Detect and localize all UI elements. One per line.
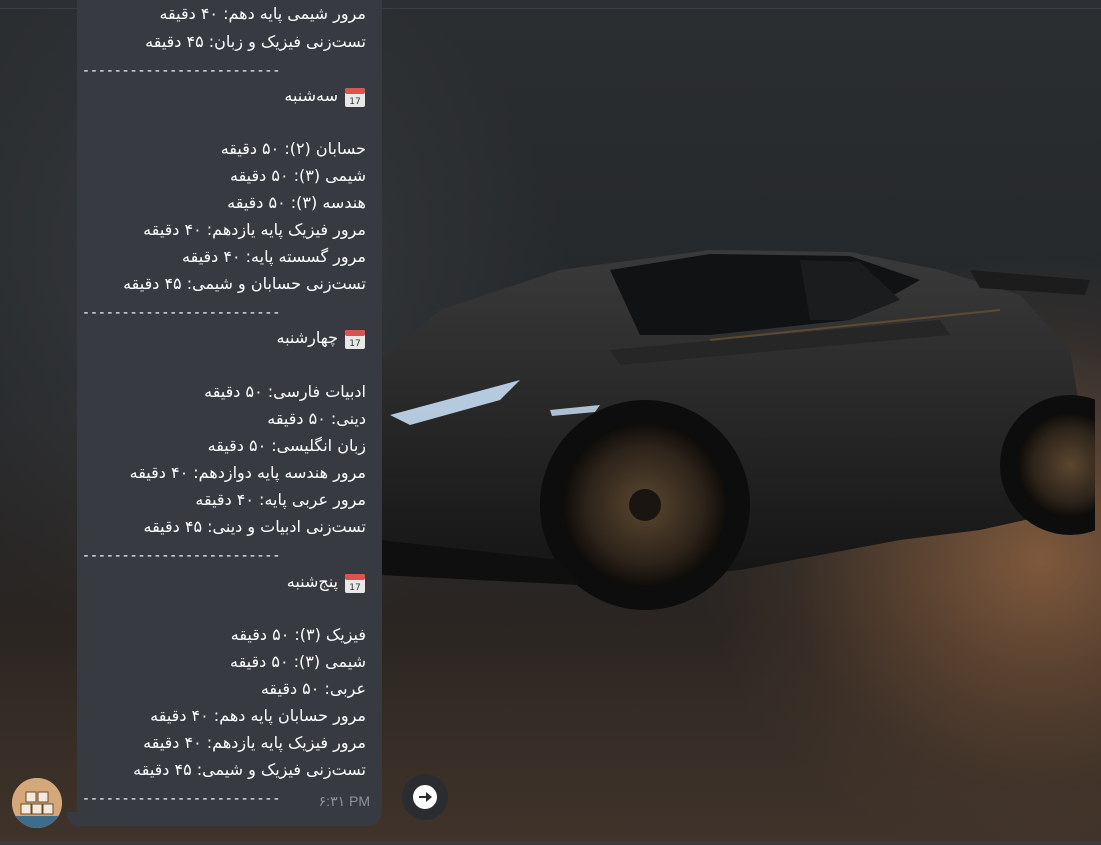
message-bubble[interactable]: مرور شیمی پایه دهم: ۴۰ دقیقه تست‌زنی فیز…	[77, 0, 382, 826]
calendar-icon: 17	[345, 573, 365, 593]
separator-line: -------------------------	[81, 63, 281, 79]
car-wallpaper-image	[380, 250, 1095, 610]
bottom-bar	[0, 841, 1101, 845]
message-line: شیمی (۳): ۵۰ دقیقه	[229, 166, 366, 185]
message-line: مرور هندسه پایه دوازدهم: ۴۰ دقیقه	[129, 463, 366, 482]
message-line: تست‌زنی حسابان و شیمی: ۴۵ دقیقه	[123, 274, 366, 293]
message-line: مرور فیزیک پایه یازدهم: ۴۰ دقیقه	[143, 220, 366, 239]
message-line: حسابان (۲): ۵۰ دقیقه	[220, 139, 366, 158]
day-heading: 17 پنج‌شنبه	[287, 569, 366, 595]
message-line: تست‌زنی ادبیات و دینی: ۴۵ دقیقه	[143, 517, 367, 536]
message-line: ادبیات فارسی: ۵۰ دقیقه	[204, 382, 366, 401]
message-line: مرور شیمی پایه دهم: ۴۰ دقیقه	[159, 4, 366, 23]
message-line: زبان انگلیسی: ۵۰ دقیقه	[207, 436, 366, 455]
message-line: مرور حسابان پایه دهم: ۴۰ دقیقه	[150, 706, 366, 725]
message-line: مرور گسسته پایه: ۴۰ دقیقه	[182, 247, 366, 266]
message-line: تست‌زنی فیزیک و زبان: ۴۵ دقیقه	[145, 32, 366, 51]
message-line: دینی: ۵۰ دقیقه	[267, 409, 366, 428]
separator-line: -------------------------	[81, 548, 281, 564]
chat-window: مرور شیمی پایه دهم: ۴۰ دقیقه تست‌زنی فیز…	[0, 0, 1101, 845]
share-button[interactable]	[402, 774, 448, 820]
message-line: شیمی (۳): ۵۰ دقیقه	[229, 652, 366, 671]
calendar-icon: 17	[345, 87, 365, 107]
svg-text:17: 17	[349, 339, 360, 349]
message-line: مرور عربی پایه: ۴۰ دقیقه	[195, 490, 366, 509]
separator-line: -------------------------	[81, 305, 281, 321]
calendar-icon: 17	[345, 329, 365, 349]
message-line: هندسه (۳): ۵۰ دقیقه	[227, 193, 366, 212]
share-forward-icon	[413, 785, 437, 809]
svg-text:17: 17	[349, 97, 360, 107]
message-line: عربی: ۵۰ دقیقه	[260, 679, 366, 698]
message-line: تست‌زنی فیزیک و شیمی: ۴۵ دقیقه	[133, 760, 366, 779]
day-heading: 17 چهارشنبه	[276, 325, 366, 351]
day-heading: 17 سه‌شنبه	[284, 83, 366, 109]
svg-text:17: 17	[349, 583, 360, 593]
separator-line: -------------------------	[81, 791, 281, 807]
sender-avatar[interactable]	[12, 778, 62, 828]
message-line: مرور فیزیک پایه یازدهم: ۴۰ دقیقه	[143, 733, 366, 752]
message-line: فیزیک (۳): ۵۰ دقیقه	[230, 625, 366, 644]
message-timestamp: ۶:۳۱ PM	[318, 793, 370, 809]
